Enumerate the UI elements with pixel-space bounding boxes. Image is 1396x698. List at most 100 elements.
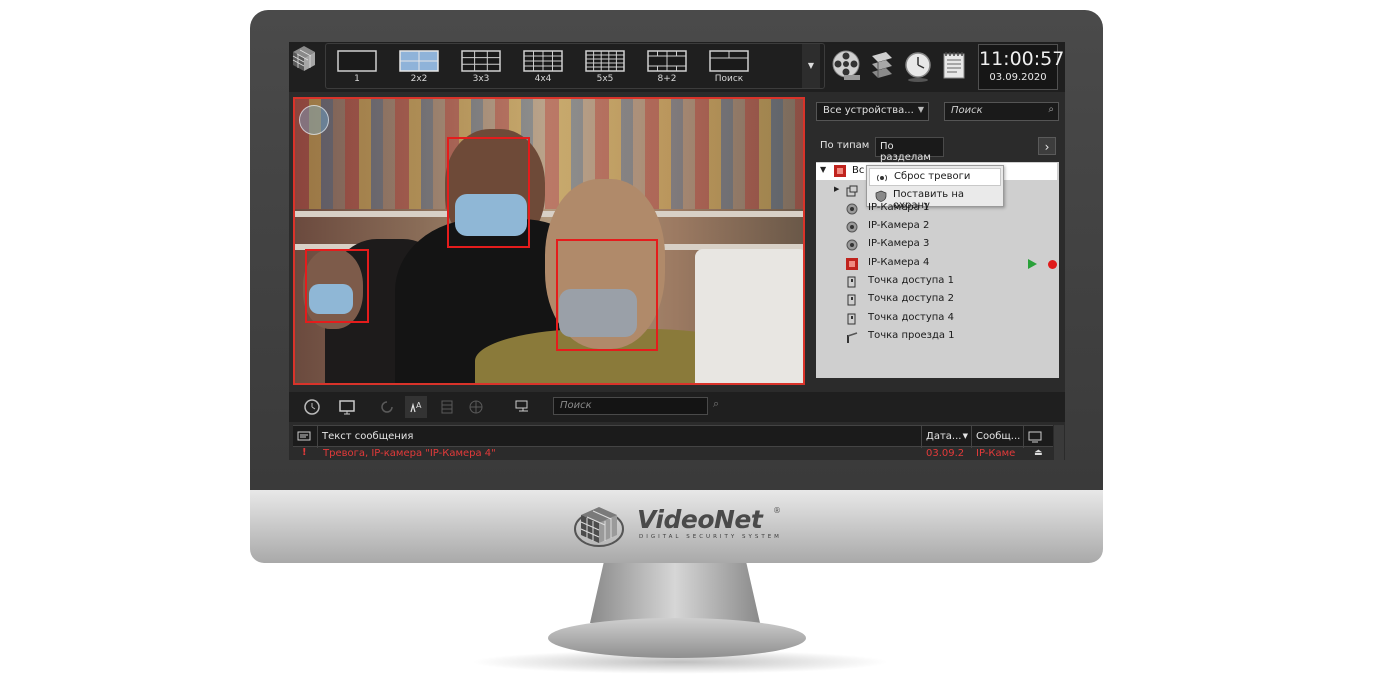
history-clock-icon[interactable] <box>301 396 323 418</box>
layout-4x4-icon <box>523 50 563 72</box>
column-message-text[interactable]: Текст сообщения <box>318 426 922 448</box>
events-table-header: Текст сообщения Дата... ▼ Сообщ... <box>293 425 1053 448</box>
tree-item-ip-camera-2[interactable]: IP-Камера 2 <box>846 219 1046 235</box>
camera-video-view[interactable] <box>293 97 805 385</box>
layout-4x4-button[interactable]: 4x4 <box>518 48 568 88</box>
search-icon: ⌕ <box>1048 104 1054 115</box>
system-clock: 11:00:57 03.09.2020 <box>978 44 1064 90</box>
camera-overlay-icon <box>299 105 329 135</box>
events-toolbar: A Поиск ⌕ <box>289 392 1065 422</box>
monitor-stand-neck <box>590 563 760 623</box>
tree-item-label: IP-Камера 1 <box>868 202 930 213</box>
tree-group-row[interactable]: ▶ <box>834 183 864 199</box>
tree-item-label: Точка доступа 1 <box>868 275 954 286</box>
menu-alarm-reset[interactable]: Сброс тревоги <box>869 168 1001 186</box>
column-source[interactable]: Сообщ... <box>972 426 1024 448</box>
monitor-icon[interactable] <box>336 396 358 418</box>
event-log-icon[interactable] <box>938 48 970 84</box>
layout-4x4-label: 4x4 <box>534 74 552 84</box>
cube-logo-icon <box>574 507 624 547</box>
layout-2x2-label: 2x2 <box>410 74 428 84</box>
tree-item-label: IP-Камера 2 <box>868 220 930 231</box>
devices-search-input[interactable]: Поиск ⌕ <box>944 102 1059 121</box>
layout-3x3-label: 3x3 <box>472 74 490 84</box>
clock-icon[interactable] <box>902 48 934 84</box>
tree-item-access-point-1[interactable]: Точка доступа 1 <box>846 274 1046 290</box>
layout-1-label: 1 <box>354 74 360 84</box>
chevron-down-icon: ▼ <box>917 105 924 114</box>
events-search-input[interactable]: Поиск <box>553 397 708 415</box>
brand-tagline: DIGITAL SECURITY SYSTEM <box>639 534 782 540</box>
svg-text:A: A <box>416 401 422 410</box>
scene-shelf-products <box>295 99 803 209</box>
events-scrollbar[interactable] <box>1054 425 1064 460</box>
devices-stack-icon[interactable] <box>866 48 898 84</box>
tree-root-label: Вс <box>852 165 865 176</box>
table-row[interactable]: ! Тревога, IP-камера "IP-Камера 4" 03.09… <box>293 447 1053 460</box>
root-alarm-icon <box>834 165 846 177</box>
monitor-stand-base <box>548 618 806 658</box>
scene-display <box>695 249 803 383</box>
device-tree: ▼ Вс ▶ Сброс тревоги Поставить на охрану… <box>816 162 1059 378</box>
tab-by-sections[interactable]: По разделам <box>875 137 944 163</box>
event-date: 03.09.2 <box>926 448 965 459</box>
play-icon[interactable] <box>1028 259 1037 269</box>
layout-2x2-button[interactable]: 2x2 <box>394 48 444 88</box>
film-reel-icon[interactable] <box>830 48 862 84</box>
tree-item-ip-camera-3[interactable]: IP-Камера 3 <box>846 237 1046 253</box>
globe-icon[interactable] <box>465 396 487 418</box>
camera-icon <box>846 239 858 251</box>
face-detection-box <box>305 249 369 323</box>
tab-by-types[interactable]: По типам <box>816 137 874 157</box>
layout-search-button[interactable]: Поиск <box>704 48 754 88</box>
layout-5x5-button[interactable]: 5x5 <box>580 48 630 88</box>
search-icon[interactable]: ⌕ <box>713 397 719 411</box>
tree-item-ip-camera-1[interactable]: IP-Камера 1 <box>846 201 1046 217</box>
event-filter-icon[interactable] <box>511 396 533 418</box>
layout-search-icon <box>709 50 749 72</box>
clock-date: 03.09.2020 <box>989 72 1047 83</box>
tree-collapse-icon[interactable]: ▶ <box>834 185 839 193</box>
layout-8plus2-button[interactable]: 8+2 <box>642 48 692 88</box>
layout-5x5-label: 5x5 <box>596 74 614 84</box>
camera-icon <box>846 221 858 233</box>
brand-logo: VideoNet ® DIGITAL SECURITY SYSTEM <box>573 503 793 549</box>
layout-1-icon <box>337 50 377 72</box>
tabs-next-button[interactable]: › <box>1038 137 1056 155</box>
devices-filter-select[interactable]: Все устройства... ▼ <box>816 102 929 121</box>
eject-icon[interactable]: ⏏ <box>1034 448 1043 458</box>
record-icon[interactable] <box>1048 260 1057 269</box>
access-point-icon <box>847 313 856 325</box>
message-type-column-icon[interactable] <box>293 426 318 448</box>
column-date-label: Дата... <box>926 431 962 442</box>
layout-3x3-button[interactable]: 3x3 <box>456 48 506 88</box>
tree-item-label: Точка доступа 4 <box>868 312 954 323</box>
layout-8plus2-label: 8+2 <box>657 74 677 84</box>
refresh-icon[interactable] <box>376 396 398 418</box>
layout-1-button[interactable]: 1 <box>332 48 382 88</box>
group-icon <box>846 185 858 197</box>
list-icon[interactable] <box>436 396 458 418</box>
tree-item-ip-camera-4[interactable]: IP-Камера 4 <box>846 256 1057 272</box>
tree-item-access-point-4[interactable]: Точка доступа 4 <box>846 311 1046 327</box>
layout-dropdown-button[interactable]: ▼ <box>802 44 820 88</box>
column-date[interactable]: Дата... ▼ <box>922 426 972 448</box>
app-screen: 1 2x2 3x3 4x4 5x5 8+2 Поиск ▼ 11:00:57 0… <box>289 42 1065 460</box>
events-search-placeholder: Поиск <box>560 400 592 411</box>
event-text: Тревога, IP-камера "IP-Камера 4" <box>323 448 496 459</box>
barrier-icon <box>847 332 858 343</box>
camera-alarm-icon <box>846 258 858 270</box>
tree-item-access-point-2[interactable]: Точка доступа 2 <box>846 292 1046 308</box>
column-settings[interactable] <box>1024 426 1053 448</box>
app-menu-cube-icon[interactable] <box>291 44 317 74</box>
tree-expand-icon[interactable]: ▼ <box>820 165 826 174</box>
menu-alarm-reset-label: Сброс тревоги <box>894 171 971 182</box>
camera-icon <box>846 203 858 215</box>
tree-item-label: Точка проезда 1 <box>868 330 955 341</box>
access-point-icon <box>847 276 856 288</box>
layout-5x5-icon <box>585 50 625 72</box>
tree-item-barrier-point-1[interactable]: Точка проезда 1 <box>846 329 1046 345</box>
layout-switcher: 1 2x2 3x3 4x4 5x5 8+2 Поиск <box>325 43 825 89</box>
tree-item-label: IP-Камера 3 <box>868 238 930 249</box>
auto-scroll-icon[interactable]: A <box>405 396 427 418</box>
